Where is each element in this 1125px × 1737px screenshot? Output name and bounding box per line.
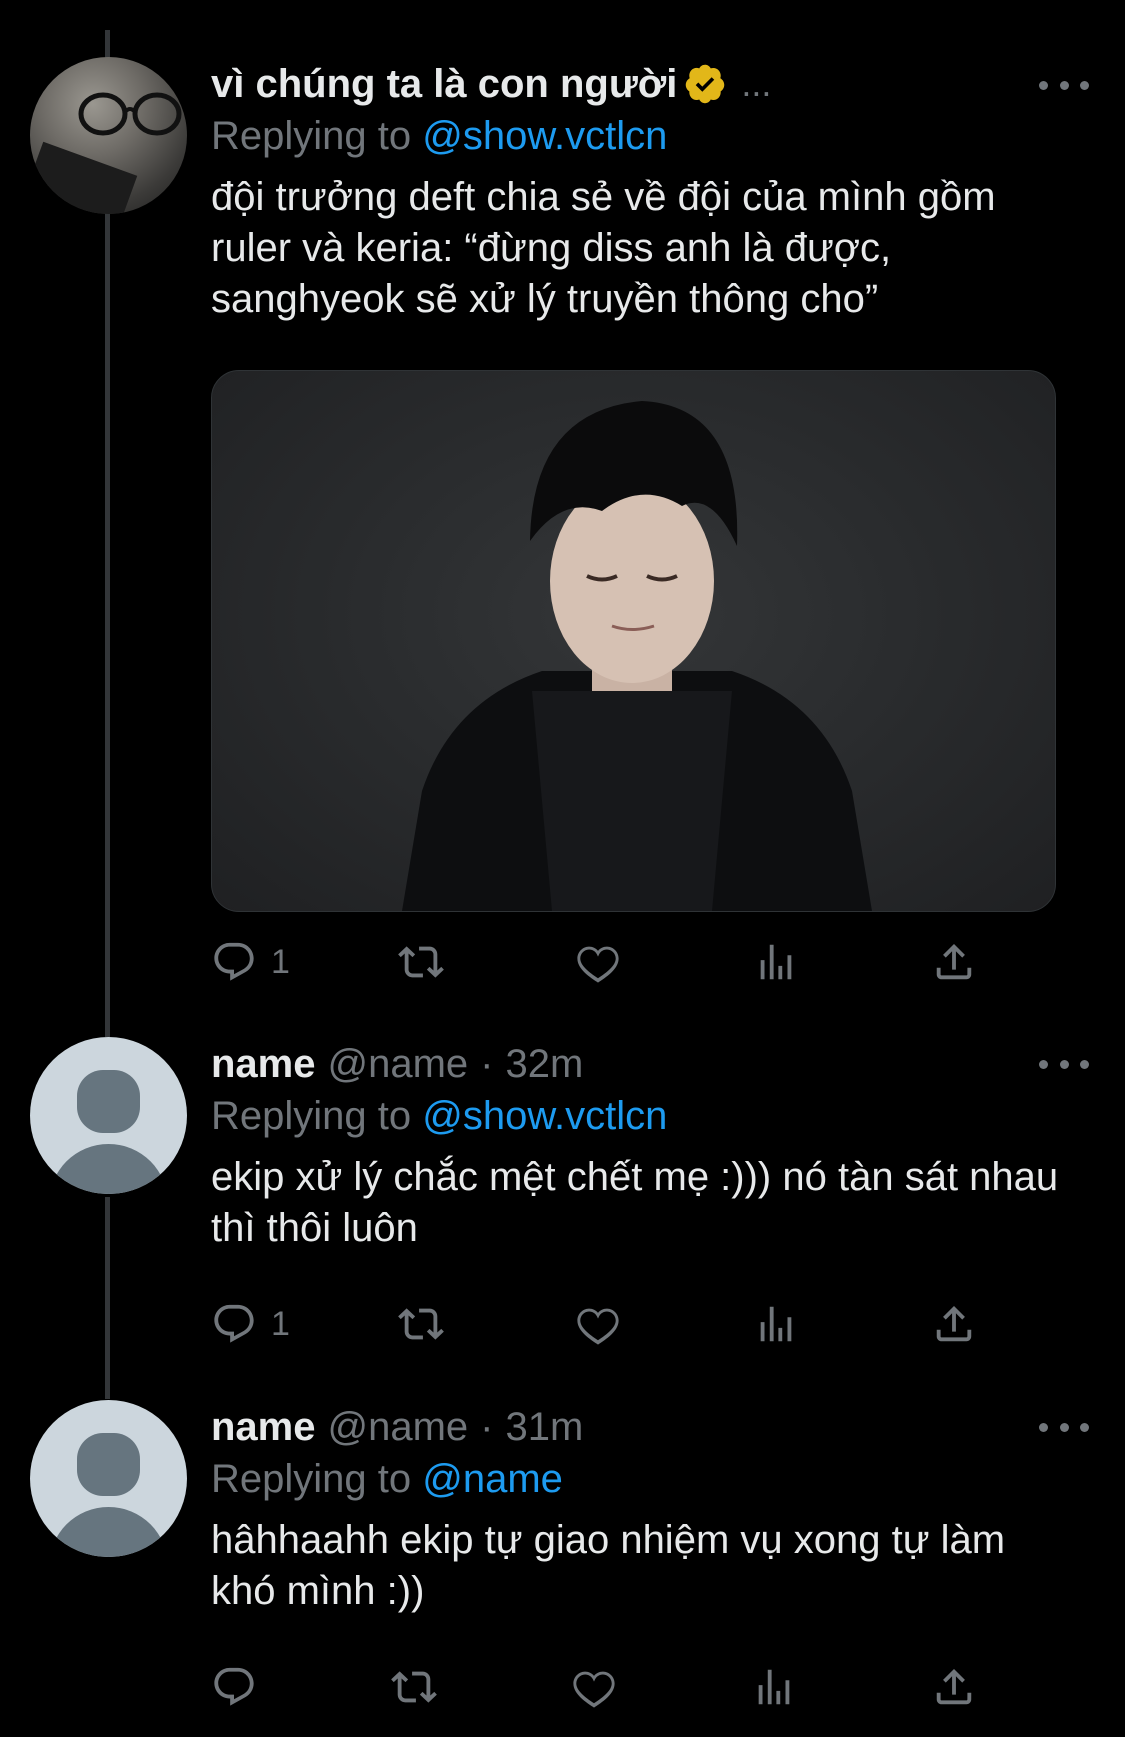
handle[interactable]: @name [328, 1038, 469, 1090]
tweet-text: đội trưởng deft chia sẻ về đội của mình … [211, 175, 1007, 321]
tweet[interactable]: vì chúng ta là con người ... Replying to… [0, 0, 1125, 1010]
views-icon [758, 1669, 790, 1705]
like-icon [573, 1671, 615, 1708]
avatar[interactable] [30, 1037, 187, 1194]
reply-icon [214, 1304, 254, 1343]
replying-prefix: Replying to [211, 1457, 412, 1501]
glasses-image [78, 92, 182, 136]
display-name[interactable]: name [211, 1401, 316, 1453]
reply-button[interactable]: 1 [211, 939, 290, 985]
retweet-button[interactable] [391, 1664, 461, 1710]
like-icon [577, 1308, 620, 1345]
tweet-header: name @name · 32m [211, 1038, 1080, 1090]
tweet-actions: 1 [211, 934, 1001, 990]
retweet-button[interactable] [397, 1301, 468, 1347]
tweet-actions: 1 [211, 1296, 1001, 1352]
display-name[interactable]: vì chúng ta là con người [211, 58, 677, 110]
replying-to-link[interactable]: @name [422, 1457, 563, 1501]
replying-to: Replying to @show.vctlcn [211, 110, 1080, 162]
retweet-button[interactable] [397, 939, 468, 985]
replying-to: Replying to @show.vctlcn [211, 1090, 1080, 1142]
tweet-header: vì chúng ta là con người ... [211, 58, 1080, 110]
share-icon [936, 1305, 972, 1342]
truncation-ellipsis: ... [741, 63, 772, 104]
like-icon [577, 946, 620, 983]
replying-prefix: Replying to [211, 1094, 412, 1138]
default-avatar-head [77, 1070, 140, 1133]
retweet-icon [397, 946, 444, 978]
share-button[interactable] [931, 1664, 1001, 1710]
views-icon [760, 944, 792, 980]
like-button[interactable] [575, 1301, 645, 1347]
default-avatar-body [49, 1507, 168, 1557]
reply-icon [214, 1667, 254, 1706]
timestamp[interactable]: 31m [506, 1401, 584, 1453]
handle[interactable]: @name [328, 1401, 469, 1453]
tweet[interactable]: name @name · 32m Replying to @show.vctlc… [0, 1020, 1125, 1380]
timestamp[interactable]: 32m [506, 1038, 584, 1090]
replying-to-link[interactable]: @show.vctlcn [422, 1094, 667, 1138]
share-icon [936, 943, 972, 980]
views-button[interactable] [753, 1301, 823, 1347]
share-button[interactable] [931, 939, 1001, 985]
verified-badge-icon [686, 64, 725, 104]
views-button[interactable] [753, 939, 823, 985]
avatar[interactable] [30, 1400, 187, 1557]
like-button[interactable] [571, 1664, 641, 1710]
tweet[interactable]: name @name · 31m Replying to @name hâhha… [0, 1383, 1125, 1737]
retweet-icon [397, 1308, 444, 1340]
reply-count: 1 [271, 942, 290, 981]
separator-dot: · [480, 1405, 494, 1449]
replying-to: Replying to @name [211, 1453, 1080, 1505]
views-icon [760, 1306, 792, 1342]
separator-dot: · [480, 1042, 494, 1086]
reply-icon [214, 942, 254, 981]
share-icon [936, 1668, 972, 1705]
default-avatar-body [49, 1144, 168, 1194]
tweet-text: ekip xử lý chắc mệt chết mẹ :))) nó tàn … [211, 1155, 1070, 1250]
photo-person [402, 401, 872, 911]
views-button[interactable] [751, 1664, 821, 1710]
tweet-text: hâhhaahh ekip tự giao nhiệm vụ xong tự l… [211, 1518, 1017, 1613]
replying-prefix: Replying to [211, 114, 412, 158]
default-avatar-head [77, 1433, 140, 1496]
display-name[interactable]: name [211, 1038, 316, 1090]
reply-button[interactable] [211, 1664, 281, 1710]
avatar[interactable] [30, 57, 187, 214]
retweet-icon [391, 1671, 437, 1703]
keyboard-image [30, 141, 138, 214]
reply-button[interactable]: 1 [211, 1301, 290, 1347]
tweet-header: name @name · 31m [211, 1401, 1080, 1453]
tweet-actions [211, 1659, 1001, 1715]
share-button[interactable] [931, 1301, 1001, 1347]
like-button[interactable] [575, 939, 645, 985]
replying-to-link[interactable]: @show.vctlcn [422, 114, 667, 158]
reply-count: 1 [271, 1304, 290, 1343]
tweet-media-image[interactable] [211, 370, 1056, 912]
